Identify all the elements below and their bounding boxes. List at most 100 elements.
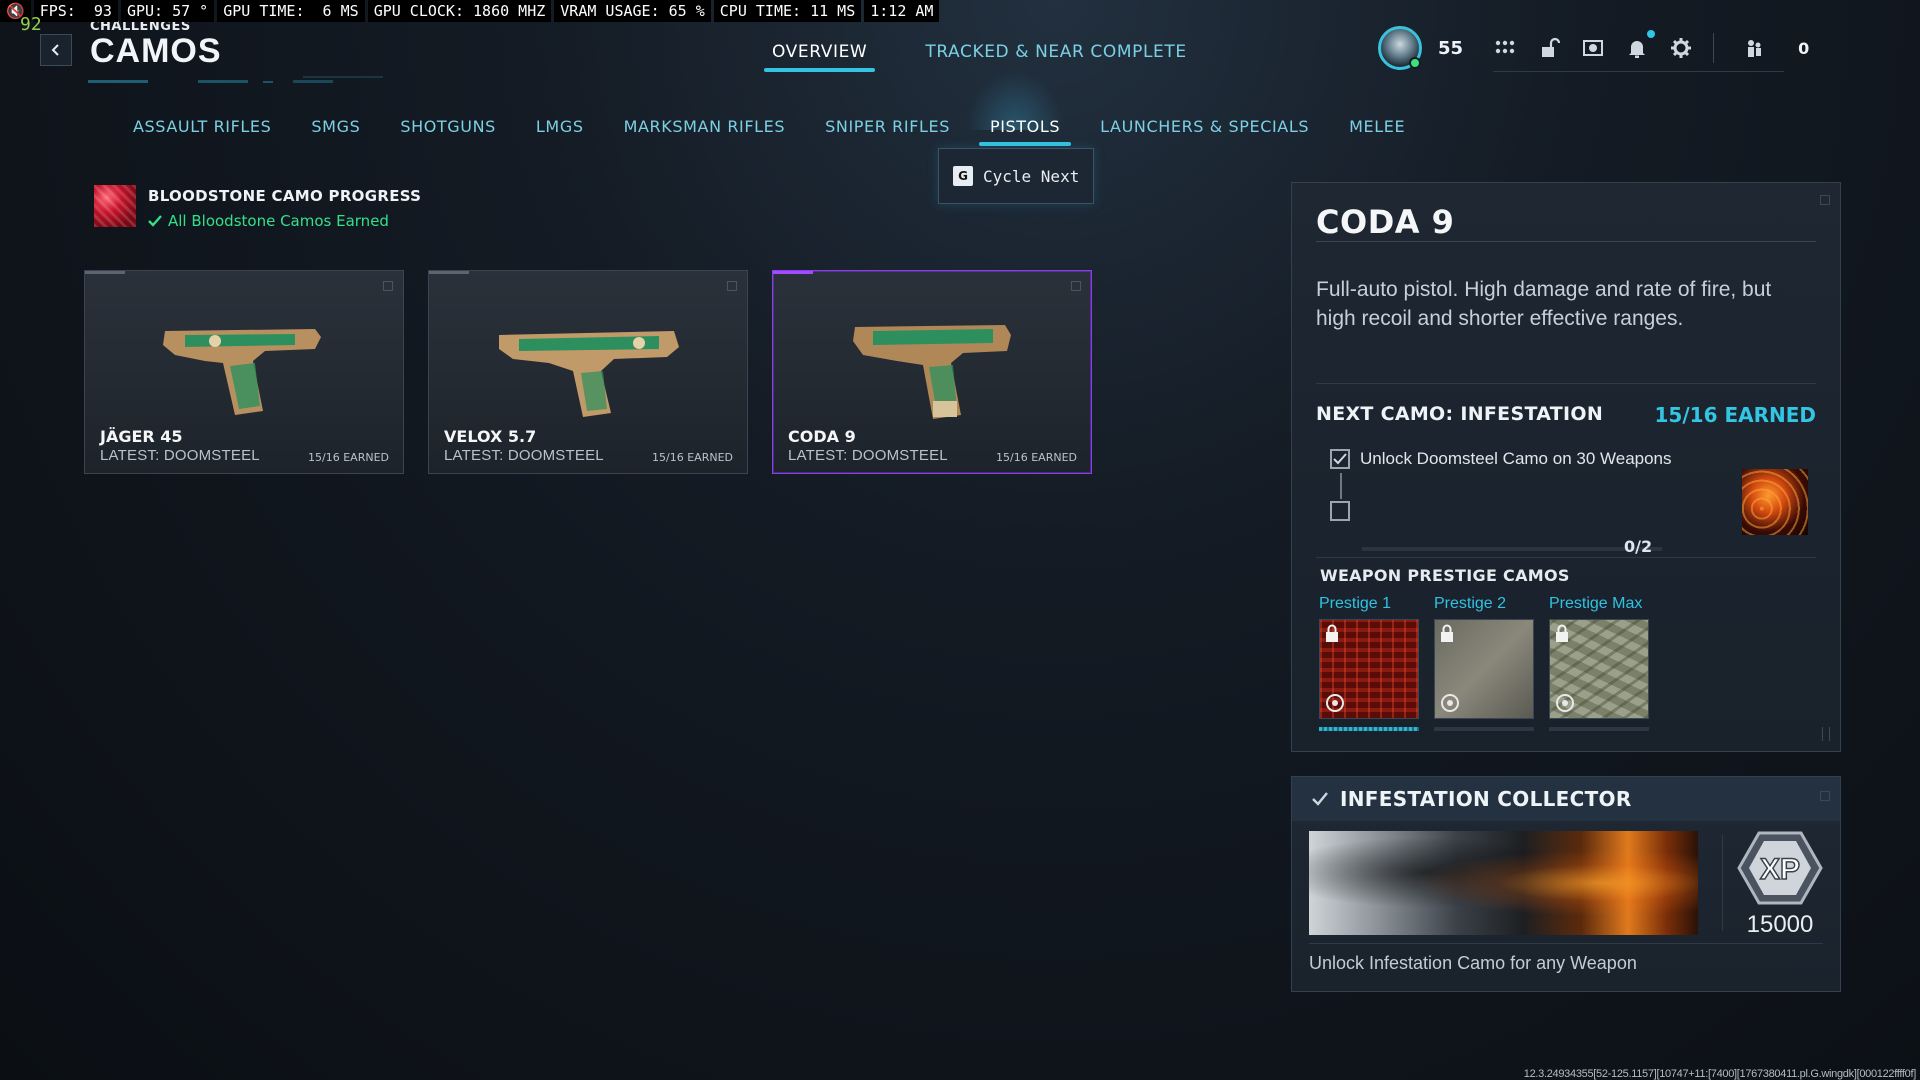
collector-title: INFESTATION COLLECTOR (1340, 787, 1632, 811)
notification-dot (1647, 29, 1656, 38)
keybind-g: G (953, 166, 973, 186)
party-icon[interactable] (1742, 36, 1766, 60)
tab-melee[interactable]: MELEE (1338, 113, 1416, 146)
cpu-time-readout: CPU TIME: 11 MS (713, 0, 862, 22)
cycle-next-tooltip[interactable]: G Cycle Next (938, 148, 1094, 204)
prestige-label: Prestige 2 (1434, 595, 1507, 612)
weapon-name: JÄGER 45 (100, 427, 183, 446)
pistol-icon (163, 329, 321, 415)
title-decoration (88, 76, 383, 83)
pistol-icon (499, 331, 679, 417)
vram-readout: VRAM USAGE: 65 % (554, 0, 711, 22)
performance-overlay: 🔇 FPS: 93 GPU: 57 ° GPU TIME: 6 MS GPU C… (0, 0, 942, 22)
party-count: 0 (1798, 38, 1810, 58)
collector-description: Unlock Infestation Camo for any Weapon (1309, 953, 1637, 973)
prestige-camo-image (1319, 619, 1419, 719)
challenge-progress-text: 0/2 (1624, 537, 1653, 556)
online-status-dot (1409, 57, 1421, 69)
lock-icon (1556, 624, 1568, 642)
tab-overview[interactable]: OVERVIEW (760, 38, 879, 72)
prestige-label: Prestige Max (1549, 595, 1643, 612)
page-title: CAMOS (90, 32, 222, 70)
weapon-card-velox-57[interactable]: VELOX 5.7 LATEST: DOOMSTEEL 15/16 EARNED (428, 270, 748, 474)
prestige-camo-image (1434, 619, 1534, 719)
task-checkbox-empty (1330, 501, 1350, 521)
weapon-earned-count: 15/16 EARNED (652, 451, 733, 464)
tab-shotguns[interactable]: SHOTGUNS (389, 113, 507, 146)
lock-icon (1441, 624, 1453, 642)
next-camo-title: NEXT CAMO: INFESTATION (1316, 403, 1604, 425)
prestige-badge-icon (1556, 694, 1574, 712)
infestation-camo-thumbnail[interactable] (1742, 469, 1808, 535)
card-corner-icon (383, 281, 393, 291)
weapon-latest-camo: LATEST: DOOMSTEEL (100, 447, 260, 464)
bloodstone-progress: BLOODSTONE CAMO PROGRESS All Bloodstone … (94, 185, 421, 230)
xp-reward-amount: 15000 (1746, 911, 1814, 938)
tab-lmgs[interactable]: LMGS (525, 113, 595, 146)
task-checkbox-checked (1330, 449, 1350, 469)
tab-pistols[interactable]: PISTOLS (978, 113, 1072, 146)
fps-readout: FPS: 93 (33, 0, 118, 22)
unlock-icon[interactable] (1537, 36, 1561, 60)
gpu-temp-readout: GPU: 57 ° (120, 0, 215, 22)
card-topbar (773, 271, 813, 274)
clock-readout: 1:12 AM (864, 0, 940, 22)
prestige-progress-bar (1434, 727, 1534, 731)
player-level: 55 (1438, 37, 1464, 59)
checkmark-icon (1333, 453, 1347, 465)
prestige-camo-2[interactable]: Prestige 2 (1434, 595, 1534, 731)
tab-marksman-rifles[interactable]: MARKSMAN RIFLES (613, 113, 797, 146)
divider (1309, 943, 1823, 944)
screenshot-icon[interactable] (1581, 36, 1605, 60)
infestation-collector-card[interactable]: INFESTATION COLLECTOR XP 15000 Unlock In… (1291, 776, 1841, 992)
weapon-earned-count: 15/16 EARNED (308, 451, 389, 464)
bloodstone-status: All Bloodstone Camos Earned (148, 212, 421, 230)
weapon-earned-count: 15/16 EARNED (996, 451, 1077, 464)
gpu-time-readout: GPU TIME: 6 MS (217, 0, 365, 22)
hud-divider (1713, 32, 1715, 63)
calling-card-image (1309, 831, 1698, 935)
challenge-task: Unlock Doomsteel Camo on 30 Weapons (1330, 449, 1672, 469)
bloodstone-title: BLOODSTONE CAMO PROGRESS (148, 187, 422, 205)
weapon-detail-panel: CODA 9 Full-auto pistol. High damage and… (1291, 182, 1841, 752)
tab-sniper-rifles[interactable]: SNIPER RIFLES (814, 113, 961, 146)
scroll-handle[interactable] (1822, 727, 1830, 741)
grid-icon[interactable] (1493, 36, 1517, 60)
bloodstone-camo-icon (94, 185, 136, 227)
category-tabs: ASSAULT RIFLES SMGS SHOTGUNS LMGS MARKSM… (122, 113, 1434, 146)
prestige-progress-bar (1549, 727, 1649, 731)
bloodstone-status-text: All Bloodstone Camos Earned (168, 212, 389, 230)
weapon-latest-camo: LATEST: DOOMSTEEL (788, 447, 948, 464)
prestige-camo-max[interactable]: Prestige Max (1549, 595, 1649, 731)
weapon-name: CODA 9 (788, 427, 856, 446)
prestige-badge-icon (1326, 694, 1344, 712)
build-version: 12.3.24934355[52-125.1157][10747+11:[740… (1523, 1068, 1917, 1080)
collector-corner-icon (1820, 791, 1830, 801)
xp-badge-icon: XP (1737, 831, 1823, 905)
collector-header: INFESTATION COLLECTOR (1292, 777, 1840, 821)
prestige-badge-icon (1441, 694, 1459, 712)
task-connector (1340, 473, 1342, 499)
bell-icon[interactable] (1625, 29, 1656, 60)
tab-tracked-near-complete[interactable]: TRACKED & NEAR COMPLETE (913, 38, 1198, 72)
xp-badge-label: XP (1760, 853, 1800, 886)
tab-assault-rifles[interactable]: ASSAULT RIFLES (122, 113, 282, 146)
task-text: Unlock Doomsteel Camo on 30 Weapons (1360, 449, 1672, 468)
tab-smgs[interactable]: SMGS (300, 113, 371, 146)
tab-launchers-specials[interactable]: LAUNCHERS & SPECIALS (1089, 113, 1320, 146)
card-topbar (85, 271, 125, 274)
fps-counter: 92 (20, 14, 42, 35)
weapon-card-jager-45[interactable]: JÄGER 45 LATEST: DOOMSTEEL 15/16 EARNED (84, 270, 404, 474)
hud-bar: 55 0 (1378, 24, 1849, 72)
card-corner-icon (727, 281, 737, 291)
divider (1722, 835, 1723, 931)
prestige-camo-1[interactable]: Prestige 1 (1319, 595, 1419, 731)
prestige-label: Prestige 1 (1319, 595, 1392, 612)
detail-description: Full-auto pistol. High damage and rate o… (1316, 278, 1772, 330)
weapon-card-coda-9[interactable]: CODA 9 LATEST: DOOMSTEEL 15/16 EARNED (772, 270, 1092, 474)
pistol-icon (853, 325, 1011, 419)
checkmark-icon (1312, 792, 1328, 806)
avatar[interactable] (1378, 26, 1422, 70)
back-button[interactable] (40, 34, 72, 66)
gear-icon[interactable] (1669, 36, 1693, 60)
